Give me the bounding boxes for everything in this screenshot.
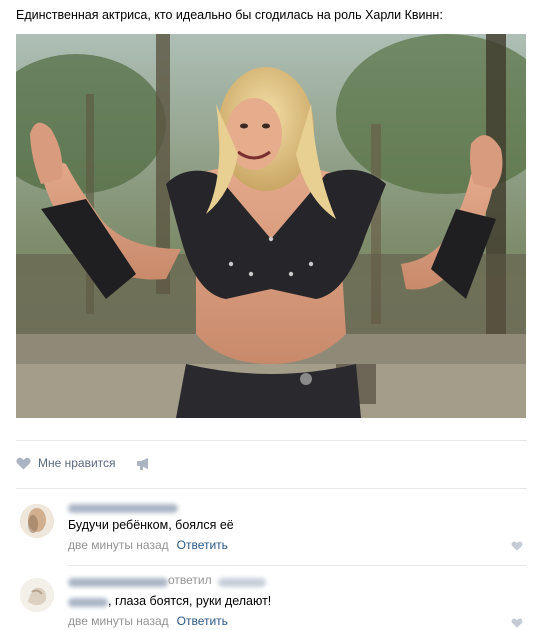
separator	[68, 565, 527, 566]
heart-icon	[16, 457, 31, 469]
like-button[interactable]: Мне нравится	[16, 456, 116, 470]
separator	[16, 440, 527, 441]
addressee-blurred[interactable]	[68, 598, 108, 607]
megaphone-icon	[136, 457, 148, 470]
avatar-image	[20, 504, 54, 538]
comment-time[interactable]: две минуты назад	[68, 614, 169, 628]
reply-button[interactable]: Ответить	[177, 614, 228, 628]
reply-button[interactable]: Ответить	[177, 538, 228, 552]
post-actions: Мне нравится	[16, 454, 152, 472]
share-button[interactable]	[136, 457, 152, 470]
avatar[interactable]	[20, 504, 54, 538]
heart-icon[interactable]	[511, 541, 523, 551]
avatar[interactable]	[20, 578, 54, 612]
heart-icon[interactable]	[511, 618, 523, 628]
post-photo[interactable]	[16, 34, 526, 418]
comment-time[interactable]: две минуты назад	[68, 538, 169, 552]
comment: ответил , глаза боятся, руки делают! две…	[16, 570, 527, 630]
separator	[16, 488, 527, 489]
comment-text: , глаза боятся, руки делают!	[108, 594, 272, 608]
like-label: Мне нравится	[38, 456, 116, 470]
comment-meta: две минуты назад Ответить	[68, 538, 228, 552]
author-name-blurred[interactable]	[68, 578, 168, 587]
comment-text: Будучи ребёнком, боялся её	[68, 518, 234, 532]
comment-meta: две минуты назад Ответить	[68, 614, 228, 628]
avatar-image	[20, 578, 54, 612]
post-text: Единственная актриса, кто идеально бы сг…	[16, 8, 443, 22]
reply-target-blurred[interactable]	[218, 578, 266, 587]
comment: Будучи ребёнком, боялся её две минуты на…	[16, 496, 527, 564]
author-name-blurred[interactable]	[68, 504, 178, 513]
photo-illustration	[16, 34, 526, 418]
replied-label: ответил	[168, 573, 212, 587]
